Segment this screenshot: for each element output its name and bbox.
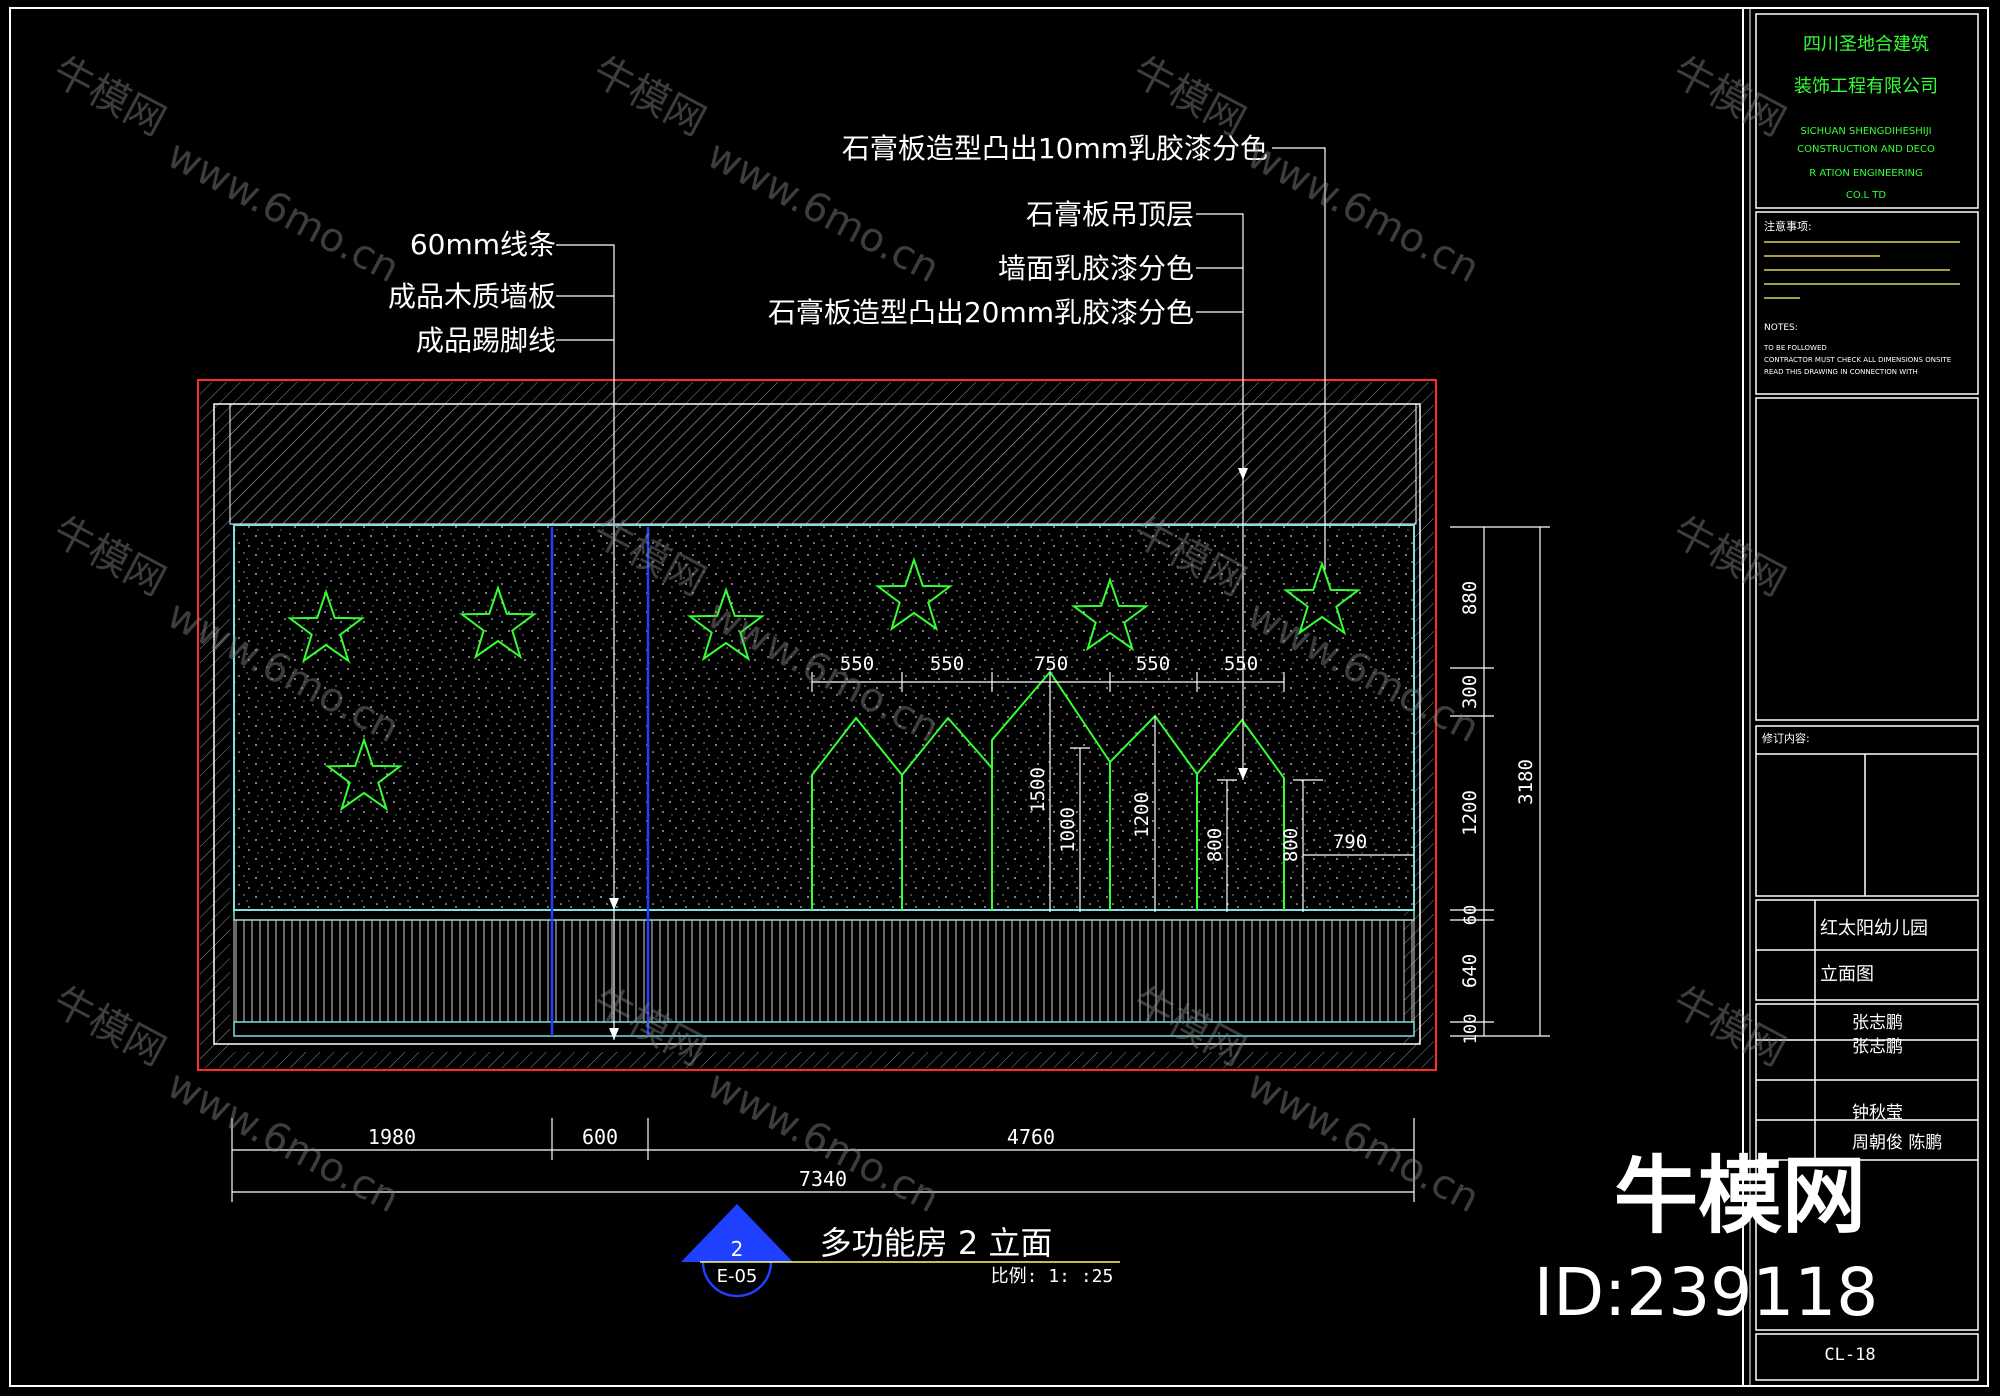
company-en-1: SICHUAN SHENGDIHESHIJI <box>1800 126 1931 137</box>
dim-right-100: 100 <box>1461 1014 1481 1045</box>
dim-top-5: 550 <box>1224 653 1258 675</box>
dim-h-800b: 800 <box>1280 828 1302 862</box>
project-name: 红太阳幼儿园 <box>1820 918 1928 939</box>
label-wall-paint: 墙面乳胶漆分色 <box>998 252 1194 285</box>
drawing-type: 立面图 <box>1820 964 1874 985</box>
notes-en-2: CONTRACTOR MUST CHECK ALL DIMENSIONS ONS… <box>1764 356 1951 364</box>
company-en-4: CO.L TD <box>1846 190 1886 201</box>
company-en-2: CONSTRUCTION AND DECO <box>1797 144 1935 155</box>
dim-right-total: 3180 <box>1515 759 1537 805</box>
dim-right-1200: 1200 <box>1459 790 1481 836</box>
dim-right-880: 880 <box>1459 581 1481 615</box>
callout-number: 2 <box>731 1237 744 1261</box>
dim-bottom-4760: 4760 <box>1007 1125 1055 1149</box>
company-name-line2: 装饰工程有限公司 <box>1794 76 1938 97</box>
callout-sheet-ref: E-05 <box>717 1266 758 1287</box>
watermark-url: www.6mo.cn <box>700 1062 947 1223</box>
designer-name: 张志鹏 <box>1852 1013 1903 1033</box>
watermark-brand: 牛模网 <box>585 48 713 145</box>
drawing-scale: 比例: 1: :25 <box>991 1266 1114 1287</box>
watermark-brand-large: 牛模网 <box>1614 1147 1866 1245</box>
dim-790: 790 <box>1333 831 1367 853</box>
label-gypsum-20mm: 石膏板造型凸出20mm乳胶漆分色 <box>768 296 1194 329</box>
watermark-brand: 牛模网 <box>1665 508 1793 605</box>
label-gypsum-10mm: 石膏板造型凸出10mm乳胶漆分色 <box>842 132 1268 165</box>
elevation-drawing: 550 550 750 550 550 1500 1000 1200 800 8… <box>9 7 1989 1387</box>
watermark-brand: 牛模网 <box>45 978 173 1075</box>
watermark-id: ID:239118 <box>1534 1254 1878 1331</box>
watermark-brand: 牛模网 <box>1665 978 1793 1075</box>
label-skirting: 成品踢脚线 <box>416 324 556 357</box>
checker-name: 钟秋莹 <box>1852 1103 1903 1123</box>
dim-h-1200: 1200 <box>1131 792 1153 838</box>
revision-label: 修订内容: <box>1762 731 1810 745</box>
watermark-url: www.6mo.cn <box>1240 1062 1487 1223</box>
drawing-number: CL-18 <box>1824 1345 1875 1365</box>
watermark-url: www.6mo.cn <box>1240 132 1487 293</box>
notes-en-3: READ THIS DRAWING IN CONNECTION WITH <box>1764 368 1918 376</box>
label-wood-panel: 成品木质墙板 <box>388 280 556 313</box>
dim-right-60: 60 <box>1461 905 1481 925</box>
notes-scribbles <box>1764 241 1960 299</box>
dim-h-1000: 1000 <box>1057 807 1079 853</box>
watermark-brand: 牛模网 <box>45 508 173 605</box>
dim-bottom-600: 600 <box>582 1125 618 1149</box>
watermark-brand: 牛模网 <box>1125 48 1253 145</box>
dim-h-1500: 1500 <box>1027 767 1049 813</box>
notes-title: 注意事项: <box>1764 219 1812 233</box>
notes-en-1: TO BE FOLLOWED <box>1763 344 1827 352</box>
dim-right-640: 640 <box>1459 954 1481 988</box>
dim-bottom-1980: 1980 <box>368 1125 416 1149</box>
wood-wainscot <box>233 919 1415 1023</box>
watermark-brand: 牛模网 <box>1665 48 1793 145</box>
watermark-url: www.6mo.cn <box>160 132 407 293</box>
dim-top-2: 550 <box>930 653 964 675</box>
moulding-line <box>233 909 1415 921</box>
notes-en-title: NOTES: <box>1764 323 1798 333</box>
label-gypsum-ceiling: 石膏板吊顶层 <box>1026 198 1194 231</box>
dim-h-800a: 800 <box>1204 828 1226 862</box>
drawing-title: 多功能房 2 立面 <box>820 1224 1053 1262</box>
watermark-brand: 牛模网 <box>45 48 173 145</box>
company-name-line1: 四川圣地合建筑 <box>1803 34 1929 55</box>
dim-top-3: 750 <box>1034 653 1068 675</box>
drafter-name: 张志鹏 <box>1852 1037 1903 1057</box>
company-en-3: R ATION ENGINEERING <box>1809 168 1923 179</box>
label-60mm-line: 60mm线条 <box>410 228 556 261</box>
dim-top-4: 550 <box>1136 653 1170 675</box>
ceiling-soffit <box>229 403 1417 525</box>
